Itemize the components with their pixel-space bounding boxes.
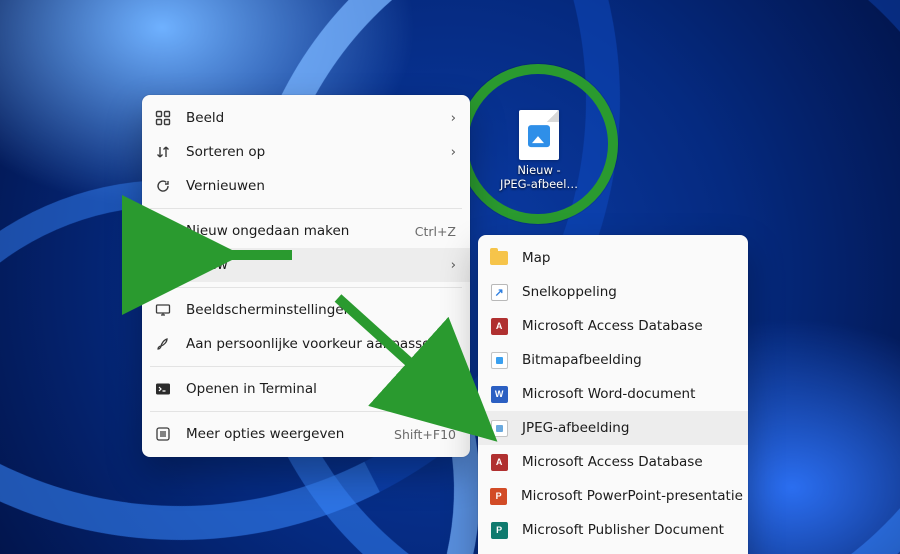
chevron-right-icon: › [451, 110, 456, 126]
menu-item-view[interactable]: Beeld › [142, 101, 470, 135]
menu-separator [150, 287, 462, 288]
submenu-item-label: Microsoft PowerPoint-presentatie [521, 488, 743, 504]
submenu-item-label: Snelkoppeling [522, 284, 734, 300]
menu-item-label: Beeld [186, 110, 437, 126]
personalize-icon [154, 335, 172, 353]
refresh-icon [154, 177, 172, 195]
menu-item-sort[interactable]: Sorteren op › [142, 135, 470, 169]
undo-icon [154, 222, 172, 240]
menu-item-new[interactable]: Nieuw › [142, 248, 470, 282]
bitmap-icon [490, 351, 508, 369]
submenu-item-text[interactable]: Tekstdocument [478, 547, 748, 554]
publisher-icon: P [490, 521, 508, 539]
submenu-item-label: Map [522, 250, 734, 266]
submenu-item-access-db[interactable]: A Microsoft Access Database [478, 309, 748, 343]
submenu-item-publisher[interactable]: P Microsoft Publisher Document [478, 513, 748, 547]
folder-icon [490, 249, 508, 267]
word-icon: W [490, 385, 508, 403]
submenu-item-jpeg[interactable]: JPEG-afbeelding [478, 411, 748, 445]
submenu-item-label: Bitmapafbeelding [522, 352, 734, 368]
menu-item-terminal[interactable]: Openen in Terminal [142, 372, 470, 406]
display-settings-icon [154, 301, 172, 319]
shortcut-icon [490, 283, 508, 301]
sort-icon [154, 143, 172, 161]
submenu-item-label: JPEG-afbeelding [522, 420, 734, 436]
submenu-item-powerpoint[interactable]: P Microsoft PowerPoint-presentatie [478, 479, 748, 513]
menu-item-refresh[interactable]: Vernieuwen [142, 169, 470, 203]
terminal-icon [154, 380, 172, 398]
new-submenu: Map Snelkoppeling A Microsoft Access Dat… [478, 235, 748, 554]
access-icon: A [490, 453, 508, 471]
desktop-context-menu: Beeld › Sorteren op › Vernieuwen Nieuw o… [142, 95, 470, 457]
chevron-right-icon: › [451, 257, 456, 273]
submenu-item-label: Microsoft Access Database [522, 454, 734, 470]
menu-item-label: Beeldscherminstellingen [186, 302, 456, 318]
menu-item-more-options[interactable]: Meer opties weergeven Shift+F10 [142, 417, 470, 451]
menu-item-label: Vernieuwen [186, 178, 456, 194]
jpeg-icon [490, 419, 508, 437]
chevron-right-icon: › [451, 144, 456, 160]
menu-item-label: Openen in Terminal [186, 381, 456, 397]
access-icon: A [490, 317, 508, 335]
menu-item-label: Nieuw [186, 257, 437, 273]
submenu-item-access-db-2[interactable]: A Microsoft Access Database [478, 445, 748, 479]
menu-item-undo[interactable]: Nieuw ongedaan maken Ctrl+Z [142, 214, 470, 248]
menu-separator [150, 208, 462, 209]
menu-item-personalize[interactable]: Aan persoonlijke voorkeur aanpassen [142, 327, 470, 361]
submenu-item-folder[interactable]: Map [478, 241, 748, 275]
submenu-item-bitmap[interactable]: Bitmapafbeelding [478, 343, 748, 377]
menu-item-shortcut: Ctrl+Z [415, 224, 456, 239]
plus-circle-icon [154, 256, 172, 274]
submenu-item-label: Microsoft Access Database [522, 318, 734, 334]
menu-item-shortcut: Shift+F10 [394, 427, 456, 442]
submenu-item-label: Microsoft Publisher Document [522, 522, 734, 538]
menu-item-label: Nieuw ongedaan maken [186, 223, 383, 239]
menu-item-label: Meer opties weergeven [186, 426, 362, 442]
more-options-icon [154, 425, 172, 443]
submenu-item-word[interactable]: W Microsoft Word-document [478, 377, 748, 411]
menu-separator [150, 366, 462, 367]
submenu-item-label: Microsoft Word-document [522, 386, 734, 402]
menu-item-label: Aan persoonlijke voorkeur aanpassen [186, 336, 456, 352]
menu-item-display-settings[interactable]: Beeldscherminstellingen [142, 293, 470, 327]
powerpoint-icon: P [490, 487, 507, 505]
annotation-circle [458, 64, 618, 224]
menu-item-label: Sorteren op [186, 144, 437, 160]
view-icon [154, 109, 172, 127]
menu-separator [150, 411, 462, 412]
submenu-item-shortcut[interactable]: Snelkoppeling [478, 275, 748, 309]
